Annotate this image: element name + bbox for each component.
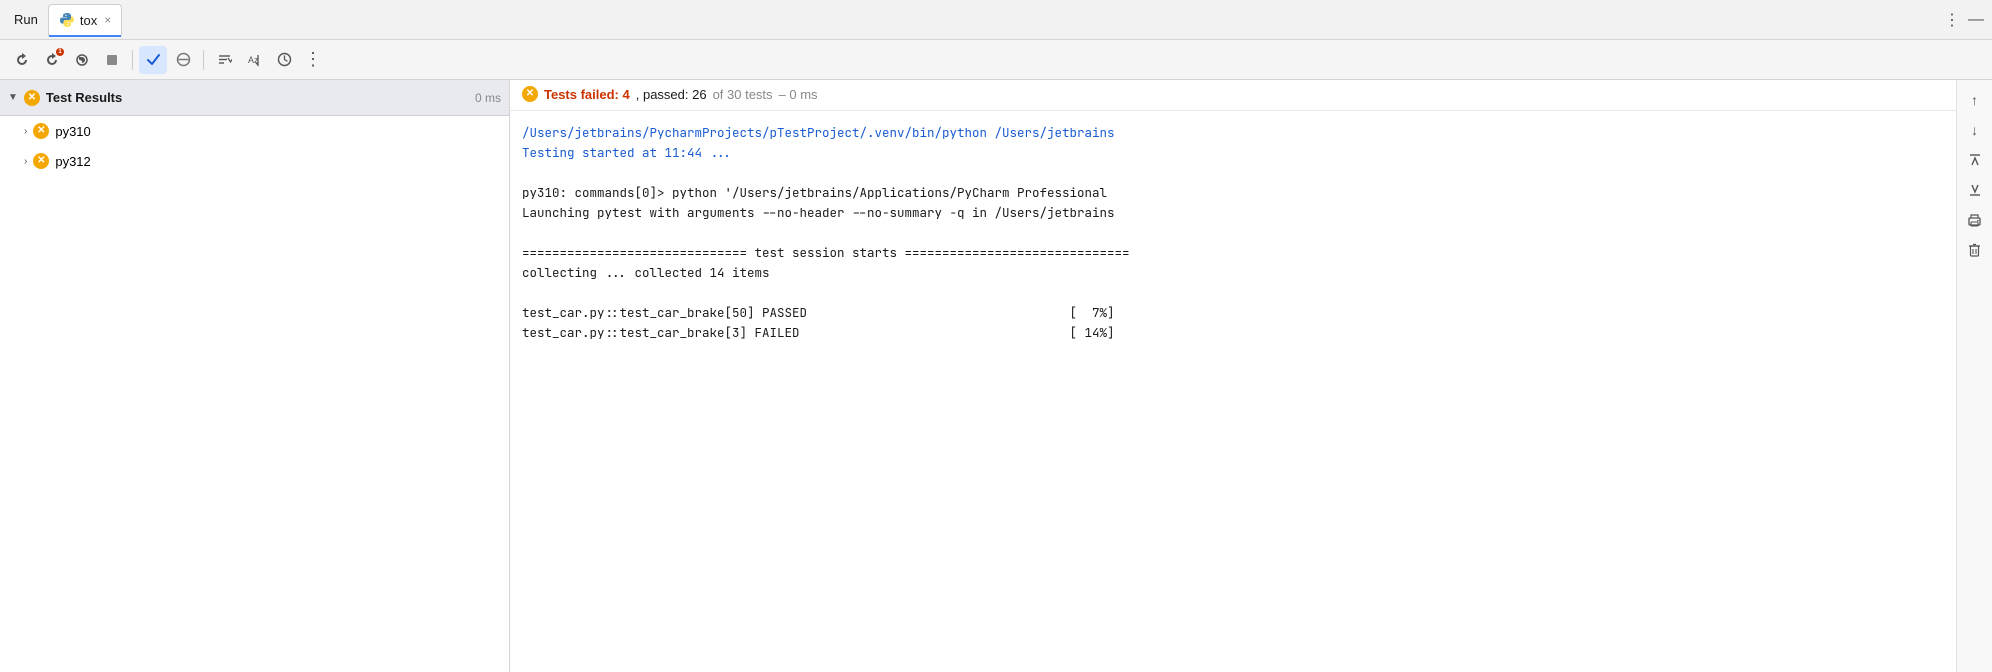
output-line-3 — [522, 163, 1944, 183]
output-line-9 — [522, 283, 1944, 303]
status-passed-label: , passed: 26 — [636, 87, 707, 102]
rerun-icon — [14, 52, 30, 68]
tree-item-py312[interactable]: › ✕ py312 — [0, 146, 509, 176]
ignore-icon — [176, 52, 191, 67]
left-panel: ▼ ✕ Test Results 0 ms › ✕ py310 › ✕ py31… — [0, 80, 510, 672]
collapse-chevron[interactable]: ▼ — [8, 92, 18, 103]
history-icon — [277, 52, 292, 67]
scroll-to-bottom-button[interactable] — [1963, 178, 1987, 202]
title-bar-right: ⋮ — — [1944, 10, 1984, 30]
output-line-10: test_car.py::test_car_brake[50] PASSED [… — [522, 303, 1944, 323]
tree-root-label: Test Results — [46, 90, 122, 105]
scroll-down-button[interactable]: ↓ — [1963, 118, 1987, 142]
right-panel: ✕ Tests failed: 4 , passed: 26 of 30 tes… — [510, 80, 1992, 672]
run-label: Run — [8, 12, 44, 27]
title-bar: Run tox × ⋮ — — [0, 0, 1992, 40]
delete-button[interactable] — [1963, 238, 1987, 262]
tox-tab[interactable]: tox × — [48, 4, 122, 36]
sort-alpha-icon: Az — [247, 52, 262, 67]
failed-count-badge: 1 — [56, 48, 64, 56]
status-failed-label: Tests failed: 4 — [544, 87, 630, 102]
toolbar: 1 — [0, 40, 1992, 80]
toolbar-separator-1 — [132, 50, 133, 70]
filter-passed-button[interactable] — [139, 46, 167, 74]
status-bar: ✕ Tests failed: 4 , passed: 26 of 30 tes… — [510, 80, 1956, 111]
status-time-label: – 0 ms — [779, 87, 818, 102]
python-icon — [59, 12, 75, 28]
stop-button[interactable] — [98, 46, 126, 74]
trash-icon — [1968, 243, 1981, 258]
output-line-4: py310: commands[0]> python '/Users/jetbr… — [522, 183, 1944, 203]
main-content: ▼ ✕ Test Results 0 ms › ✕ py310 › ✕ py31… — [0, 80, 1992, 672]
status-error-badge: ✕ — [522, 86, 538, 102]
coverage-icon — [74, 52, 90, 68]
tree-header-left: ▼ ✕ Test Results — [8, 90, 122, 106]
minimize-button[interactable]: — — [1968, 11, 1984, 29]
error-badge: ✕ — [24, 90, 40, 106]
output-line-1: /Users/jetbrains/PycharmProjects/pTestPr… — [522, 123, 1944, 143]
run-coverage-button[interactable] — [68, 46, 96, 74]
scroll-bottom-icon — [1968, 183, 1982, 197]
rerun-failed-button[interactable]: 1 — [38, 46, 66, 74]
output-line-6 — [522, 223, 1944, 243]
more-options-button[interactable]: ⋮ — [1944, 10, 1960, 30]
output-area: /Users/jetbrains/PycharmProjects/pTestPr… — [510, 111, 1956, 672]
history-button[interactable] — [270, 46, 298, 74]
py312-label: py312 — [55, 154, 90, 169]
tree-root-time: 0 ms — [475, 91, 501, 105]
side-actions: ↑ ↓ — [1956, 80, 1992, 672]
output-line-2: Testing started at 11:44 ... — [522, 143, 1944, 163]
title-bar-left: Run tox × — [8, 4, 122, 36]
sort-alpha-button[interactable]: Az — [240, 46, 268, 74]
output-line-5: Launching pytest with arguments --no-hea… — [522, 203, 1944, 223]
py310-error-badge: ✕ — [33, 123, 49, 139]
sort-icon — [217, 52, 232, 67]
tree-item-py310[interactable]: › ✕ py310 — [0, 116, 509, 146]
tab-close-button[interactable]: × — [104, 13, 111, 27]
py312-chevron[interactable]: › — [24, 156, 27, 167]
tree-header: ▼ ✕ Test Results 0 ms — [0, 80, 509, 116]
output-block: /Users/jetbrains/PycharmProjects/pTestPr… — [522, 119, 1944, 347]
print-button[interactable] — [1963, 208, 1987, 232]
print-icon — [1967, 213, 1982, 228]
output-line-7: ============================== test sess… — [522, 243, 1944, 263]
py312-error-badge: ✕ — [33, 153, 49, 169]
py310-chevron[interactable]: › — [24, 126, 27, 137]
tab-label: tox — [80, 13, 97, 28]
filter-ignored-button[interactable] — [169, 46, 197, 74]
stop-icon — [105, 53, 119, 67]
scroll-to-top-button[interactable] — [1963, 148, 1987, 172]
status-total-label: of 30 tests — [713, 87, 773, 102]
scroll-top-icon — [1968, 153, 1982, 167]
scroll-up-button[interactable]: ↑ — [1963, 88, 1987, 112]
output-line-11: test_car.py::test_car_brake[3] FAILED [ … — [522, 323, 1944, 343]
toolbar-more-button[interactable]: ⋮ — [300, 49, 326, 70]
toolbar-separator-2 — [203, 50, 204, 70]
check-icon — [146, 52, 161, 67]
rerun-button[interactable] — [8, 46, 36, 74]
sort-button[interactable] — [210, 46, 238, 74]
py310-label: py310 — [55, 124, 90, 139]
output-line-8: collecting ... collected 14 items — [522, 263, 1944, 283]
